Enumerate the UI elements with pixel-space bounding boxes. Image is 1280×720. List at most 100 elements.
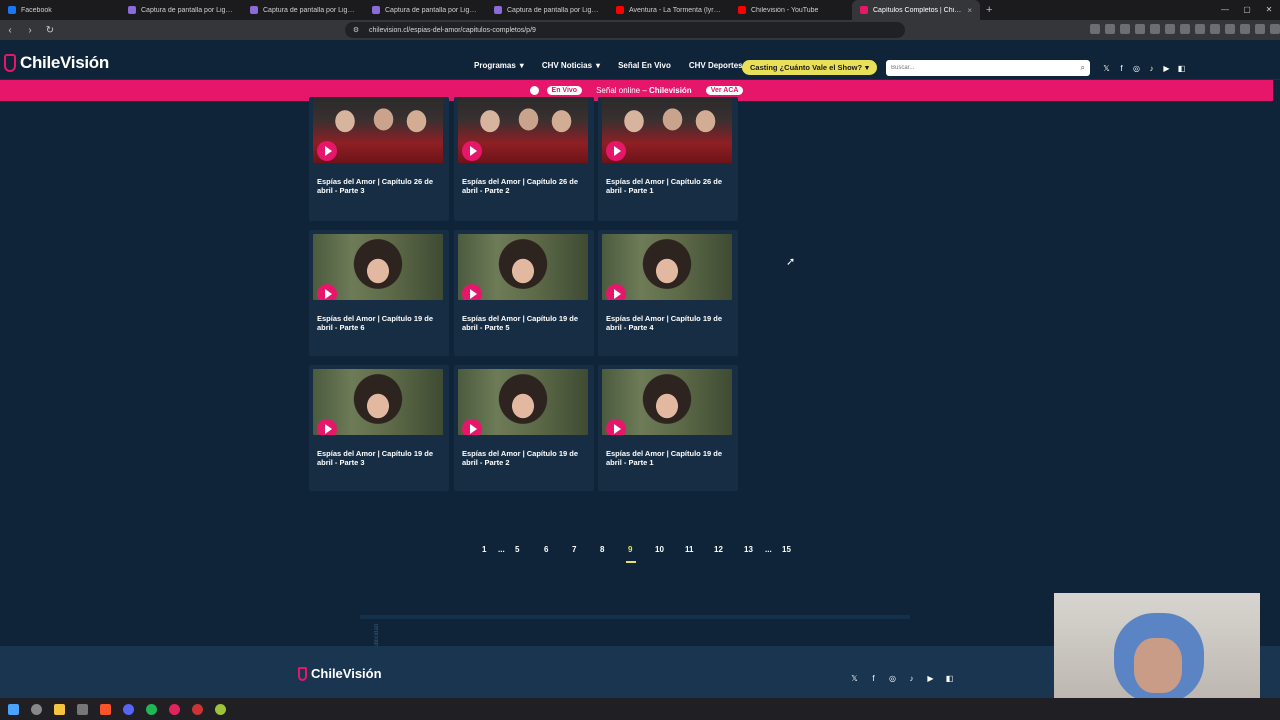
youtube-icon[interactable]: ▶ bbox=[1162, 64, 1171, 73]
extension-icon[interactable] bbox=[1135, 24, 1145, 34]
play-icon[interactable] bbox=[606, 419, 626, 435]
address-bar[interactable]: ⚙ chilevision.cl/espias-del-amor/capitul… bbox=[345, 22, 905, 38]
x-icon[interactable]: 𝕏 bbox=[1102, 64, 1111, 73]
play-icon[interactable] bbox=[317, 284, 337, 300]
episode-thumbnail[interactable] bbox=[602, 97, 732, 163]
play-icon[interactable] bbox=[606, 141, 626, 161]
back-icon[interactable]: ‹ bbox=[0, 25, 20, 36]
watch-live-button[interactable]: Ver ACÁ bbox=[705, 86, 744, 95]
app-icon[interactable] bbox=[192, 703, 203, 715]
extension-icon[interactable] bbox=[1180, 24, 1190, 34]
play-icon[interactable] bbox=[462, 419, 482, 435]
episode-card[interactable]: Espías del Amor | Capítulo 26 de abril -… bbox=[454, 97, 594, 221]
episode-thumbnail[interactable] bbox=[313, 97, 443, 163]
new-tab-button[interactable]: + bbox=[980, 4, 998, 16]
episode-thumbnail[interactable] bbox=[602, 369, 732, 435]
episode-card[interactable]: Espías del Amor | Capítulo 19 de abril -… bbox=[309, 230, 449, 356]
reload-icon[interactable]: ↻ bbox=[40, 25, 60, 36]
browser-tab[interactable]: Capítulos Completos | Chilevisió × bbox=[852, 0, 980, 20]
instagram-icon[interactable]: ◎ bbox=[1132, 64, 1141, 73]
episode-card[interactable]: Espías del Amor | Capítulo 26 de abril -… bbox=[598, 97, 738, 221]
extension-icon[interactable] bbox=[1150, 24, 1160, 34]
extension-icon[interactable] bbox=[1225, 24, 1235, 34]
extension-icon[interactable] bbox=[1240, 24, 1250, 34]
episode-title[interactable]: Espías del Amor | Capítulo 26 de abril -… bbox=[606, 177, 732, 195]
nav-item[interactable]: CHV Deportes bbox=[689, 61, 743, 70]
start-icon[interactable] bbox=[8, 703, 19, 715]
nav-item[interactable]: Programas ▾ bbox=[474, 61, 524, 70]
site-info-icon[interactable]: ⚙ bbox=[351, 26, 361, 34]
folder-icon[interactable] bbox=[54, 703, 65, 715]
tiktok-icon[interactable]: ♪ bbox=[1147, 64, 1156, 73]
search-icon[interactable] bbox=[31, 703, 42, 715]
episode-thumbnail[interactable] bbox=[313, 369, 443, 435]
extension-icon[interactable] bbox=[1090, 24, 1100, 34]
play-icon[interactable] bbox=[317, 141, 337, 161]
tiktok-icon[interactable]: ♪ bbox=[907, 674, 916, 683]
episode-thumbnail[interactable] bbox=[313, 234, 443, 300]
episode-card[interactable]: Espías del Amor | Capítulo 19 de abril -… bbox=[454, 365, 594, 491]
extension-icon[interactable] bbox=[1270, 24, 1280, 34]
app-icon[interactable] bbox=[215, 703, 226, 715]
nav-item[interactable]: CHV Noticias ▾ bbox=[542, 61, 600, 70]
page-link[interactable]: 5 bbox=[515, 545, 519, 554]
facebook-icon[interactable]: f bbox=[869, 674, 878, 683]
page-link[interactable]: 10 bbox=[655, 545, 664, 554]
forward-icon[interactable]: › bbox=[20, 25, 40, 36]
episode-title[interactable]: Espías del Amor | Capítulo 19 de abril -… bbox=[317, 314, 443, 332]
play-icon[interactable] bbox=[462, 141, 482, 161]
episode-title[interactable]: Espías del Amor | Capítulo 19 de abril -… bbox=[317, 449, 443, 467]
episode-card[interactable]: Espías del Amor | Capítulo 19 de abril -… bbox=[309, 365, 449, 491]
episode-title[interactable]: Espías del Amor | Capítulo 26 de abril -… bbox=[317, 177, 443, 195]
episode-title[interactable]: Espías del Amor | Capítulo 19 de abril -… bbox=[606, 314, 732, 332]
facebook-icon[interactable]: f bbox=[1117, 64, 1126, 73]
browser-tab[interactable]: Facebook bbox=[0, 0, 120, 20]
extension-icon[interactable] bbox=[1210, 24, 1220, 34]
page-link[interactable]: 1 bbox=[482, 545, 486, 554]
page-link[interactable]: 6 bbox=[544, 545, 548, 554]
page-link[interactable]: 9 bbox=[625, 545, 637, 563]
close-tab-icon[interactable]: × bbox=[967, 6, 972, 15]
episode-card[interactable]: Espías del Amor | Capítulo 19 de abril -… bbox=[454, 230, 594, 356]
browser-tab[interactable]: Chilevisión - YouTube bbox=[730, 0, 852, 20]
casting-button[interactable]: Casting ¿Cuánto Vale el Show? ▾ bbox=[742, 60, 877, 75]
page-link[interactable]: 8 bbox=[600, 545, 604, 554]
discord-icon[interactable] bbox=[123, 703, 134, 715]
extension-icon[interactable] bbox=[1255, 24, 1265, 34]
episode-card[interactable]: Espías del Amor | Capítulo 26 de abril -… bbox=[309, 97, 449, 221]
app-icon[interactable] bbox=[169, 703, 180, 715]
episode-card[interactable]: Espías del Amor | Capítulo 19 de abril -… bbox=[598, 230, 738, 356]
extension-icon[interactable] bbox=[1120, 24, 1130, 34]
browser-tab[interactable]: Captura de pantalla por Lightshot bbox=[242, 0, 364, 20]
browser-tab[interactable]: Captura de pantalla por Lightshot bbox=[364, 0, 486, 20]
search-input[interactable] bbox=[891, 65, 1051, 71]
maximize-icon[interactable]: ▢ bbox=[1236, 0, 1258, 20]
extension-icon[interactable] bbox=[1105, 24, 1115, 34]
minimize-icon[interactable]: — bbox=[1214, 0, 1236, 20]
episode-thumbnail[interactable] bbox=[458, 234, 588, 300]
page-link[interactable]: 15 bbox=[782, 545, 791, 554]
episode-thumbnail[interactable] bbox=[458, 97, 588, 163]
close-icon[interactable]: ✕ bbox=[1258, 0, 1280, 20]
episode-thumbnail[interactable] bbox=[602, 234, 732, 300]
play-icon[interactable] bbox=[317, 419, 337, 435]
twitch-icon[interactable]: ◧ bbox=[945, 674, 954, 683]
twitch-icon[interactable]: ◧ bbox=[1177, 64, 1186, 73]
youtube-icon[interactable]: ▶ bbox=[926, 674, 935, 683]
spotify-icon[interactable] bbox=[146, 703, 157, 715]
site-logo[interactable]: ChileVisión bbox=[4, 53, 109, 73]
instagram-icon[interactable]: ◎ bbox=[888, 674, 897, 683]
page-link[interactable]: 12 bbox=[714, 545, 723, 554]
episode-title[interactable]: Espías del Amor | Capítulo 19 de abril -… bbox=[462, 449, 588, 467]
search-icon[interactable]: ⌕ bbox=[1081, 63, 1085, 73]
app-icon[interactable] bbox=[77, 703, 88, 715]
nav-item[interactable]: Señal En Vivo bbox=[618, 61, 671, 70]
episode-card[interactable]: Espías del Amor | Capítulo 19 de abril -… bbox=[598, 365, 738, 491]
footer-logo[interactable]: ChileVisión bbox=[298, 666, 382, 681]
episode-title[interactable]: Espías del Amor | Capítulo 19 de abril -… bbox=[462, 314, 588, 332]
browser-tab[interactable]: Captura de pantalla por Lightshot bbox=[120, 0, 242, 20]
page-link[interactable]: 13 bbox=[744, 545, 753, 554]
browser-icon[interactable] bbox=[100, 703, 111, 715]
episode-title[interactable]: Espías del Amor | Capítulo 19 de abril -… bbox=[606, 449, 732, 467]
page-link[interactable]: 11 bbox=[685, 545, 693, 554]
